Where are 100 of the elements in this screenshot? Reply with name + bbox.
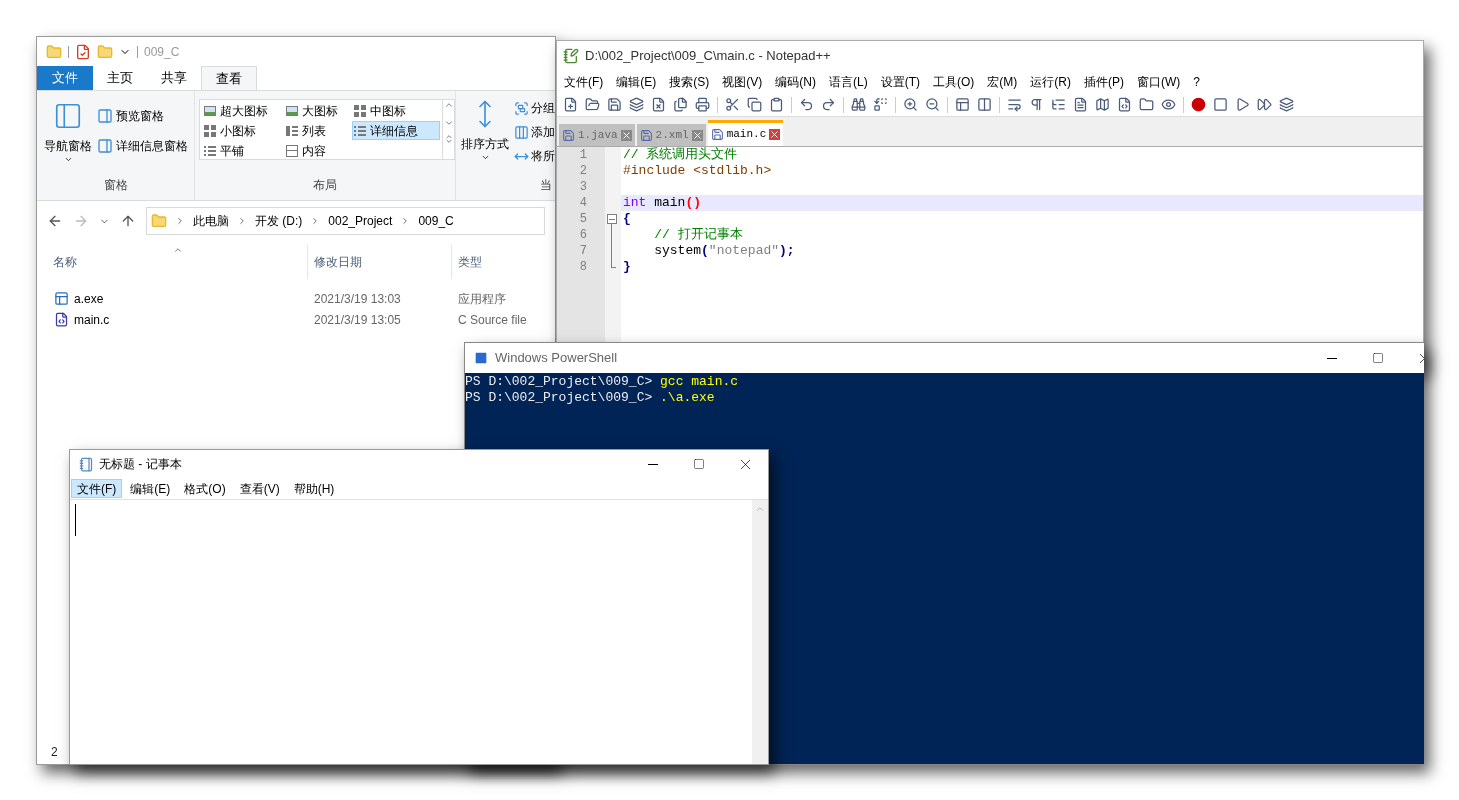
close-file-icon[interactable] — [651, 97, 666, 112]
back-icon[interactable] — [47, 213, 63, 229]
close-icon[interactable] — [620, 129, 632, 141]
chevron-icon[interactable] — [175, 216, 185, 226]
ribbon-tab[interactable]: 查看 — [201, 66, 257, 90]
menu-item[interactable]: 搜索(S) — [669, 73, 710, 91]
menu-item[interactable]: 运行(R) — [1030, 73, 1071, 91]
file-type: 应用程序 — [457, 290, 506, 308]
layout-option[interactable]: 详细信息 — [352, 121, 440, 140]
layout-option[interactable]: 超大图标 — [202, 101, 284, 120]
replace-icon[interactable] — [873, 97, 888, 112]
breadcrumb-item[interactable]: 此电脑 — [193, 212, 229, 230]
play-icon[interactable] — [1235, 97, 1250, 112]
pane-button[interactable]: 详细信息窗格 — [97, 137, 188, 155]
layout-option[interactable]: 列表 — [284, 121, 352, 140]
view-option[interactable]: 将所 — [514, 147, 555, 165]
zoom-in-icon[interactable] — [903, 97, 918, 112]
view-option[interactable]: 添加 — [514, 123, 555, 141]
ribbon-tab[interactable]: 共享 — [147, 66, 201, 90]
file-name[interactable]: a.exe — [74, 289, 104, 308]
breadcrumb-item[interactable]: 开发 (D:) — [255, 212, 303, 230]
checked-document-icon[interactable] — [75, 44, 91, 60]
binoculars-icon[interactable] — [851, 97, 866, 112]
new-file-icon[interactable] — [563, 97, 578, 112]
menu-item[interactable]: 帮助(H) — [287, 479, 341, 498]
terminal-icon — [473, 350, 489, 366]
menu-item[interactable]: 窗口(W) — [1137, 73, 1181, 91]
tree-icon[interactable] — [1051, 97, 1066, 112]
scrollbar[interactable] — [752, 500, 768, 764]
folder-icon[interactable] — [1139, 97, 1154, 112]
window-icon[interactable] — [955, 97, 970, 112]
close-icon[interactable] — [691, 129, 703, 141]
menu-item[interactable]: 编辑(E) — [616, 73, 657, 91]
layers-icon[interactable] — [629, 97, 644, 112]
printer-icon[interactable] — [695, 97, 710, 112]
menu-item[interactable]: 宏(M) — [987, 73, 1018, 91]
option-label: 大图标 — [302, 102, 338, 120]
menu-item[interactable]: 插件(P) — [1084, 73, 1124, 91]
breadcrumb-item[interactable]: 009_C — [418, 212, 454, 230]
file-tab[interactable]: 文件 — [37, 66, 93, 90]
menu-item[interactable]: 工具(O) — [933, 73, 975, 91]
column-header[interactable]: 修改日期 — [307, 245, 451, 279]
layout-option[interactable]: 大图标 — [284, 101, 352, 120]
copy-icon[interactable] — [747, 97, 762, 112]
breadcrumb-item[interactable]: 002_Project — [328, 212, 393, 230]
record-icon[interactable] — [1191, 97, 1206, 112]
sort-button[interactable]: 排序方式 — [460, 99, 510, 176]
menu-item[interactable]: 编辑(E) — [124, 479, 177, 498]
close-icon[interactable] — [769, 129, 781, 140]
chevron-icon[interactable] — [237, 216, 247, 226]
menu-item[interactable]: 视图(V) — [722, 73, 763, 91]
pane-button[interactable]: 预览窗格 — [97, 107, 188, 125]
open-folder-icon[interactable] — [585, 97, 600, 112]
tab-label: 1.java — [578, 127, 618, 143]
save-icon[interactable] — [607, 97, 622, 112]
scroll-down-icon[interactable] — [443, 118, 454, 128]
file-name[interactable]: main.c — [74, 310, 110, 329]
menu-item[interactable]: 文件(F) — [564, 73, 604, 91]
columns-icon — [286, 124, 298, 137]
layers-icon[interactable] — [1279, 97, 1294, 112]
stop-icon[interactable] — [1213, 97, 1228, 112]
up-icon[interactable] — [120, 213, 136, 229]
layout-option[interactable]: 内容 — [284, 141, 352, 160]
layout-option[interactable]: 平铺 — [202, 141, 284, 160]
fast-forward-icon[interactable] — [1257, 97, 1272, 112]
panel-icon — [97, 138, 113, 154]
menu-item[interactable]: 格式(O) — [178, 479, 232, 498]
menu-item[interactable]: 编码(N) — [775, 73, 816, 91]
eye-icon[interactable] — [1161, 97, 1176, 112]
document-icon[interactable] — [1073, 97, 1088, 112]
layout-option[interactable]: 小图标 — [202, 121, 284, 140]
column-header[interactable]: 名称 — [37, 245, 307, 279]
menu-item[interactable]: 语言(L) — [829, 73, 868, 91]
undo-icon[interactable] — [799, 97, 814, 112]
menu-item[interactable]: 设置(T) — [880, 73, 920, 91]
wrap-icon[interactable] — [1007, 97, 1022, 112]
column-header[interactable]: 类型 — [451, 245, 555, 279]
paste-icon[interactable] — [769, 97, 784, 112]
navigation-pane-button[interactable]: 导航窗格 — [43, 97, 93, 176]
option-label: 详细信息 — [370, 122, 418, 140]
option-label: 列表 — [302, 122, 326, 140]
view-option[interactable]: 分组 — [514, 99, 555, 117]
files-icon[interactable] — [673, 97, 688, 112]
menu-item[interactable]: 查看(V) — [233, 479, 286, 498]
menu-item[interactable]: ? — [1193, 73, 1200, 91]
layout-option[interactable]: 中图标 — [352, 101, 440, 120]
zoom-out-icon[interactable] — [925, 97, 940, 112]
map-icon[interactable] — [1095, 97, 1110, 112]
button-label: 导航窗格 — [44, 138, 92, 155]
pilcrow-icon[interactable] — [1029, 97, 1044, 112]
redo-icon[interactable] — [821, 97, 836, 112]
cut-icon[interactable] — [725, 97, 740, 112]
columns-icon[interactable] — [977, 97, 992, 112]
menu-item[interactable]: 文件(F) — [71, 479, 123, 498]
code-file-icon[interactable] — [1117, 97, 1132, 112]
ribbon-tab[interactable]: 主页 — [93, 66, 147, 90]
fold-toggle[interactable] — [606, 211, 617, 227]
scroll-up-icon[interactable] — [443, 100, 454, 110]
file-tab[interactable]: main.c — [707, 120, 784, 146]
address-bar[interactable]: 此电脑 开发 (D:) 002_Project 009_C — [146, 207, 545, 235]
